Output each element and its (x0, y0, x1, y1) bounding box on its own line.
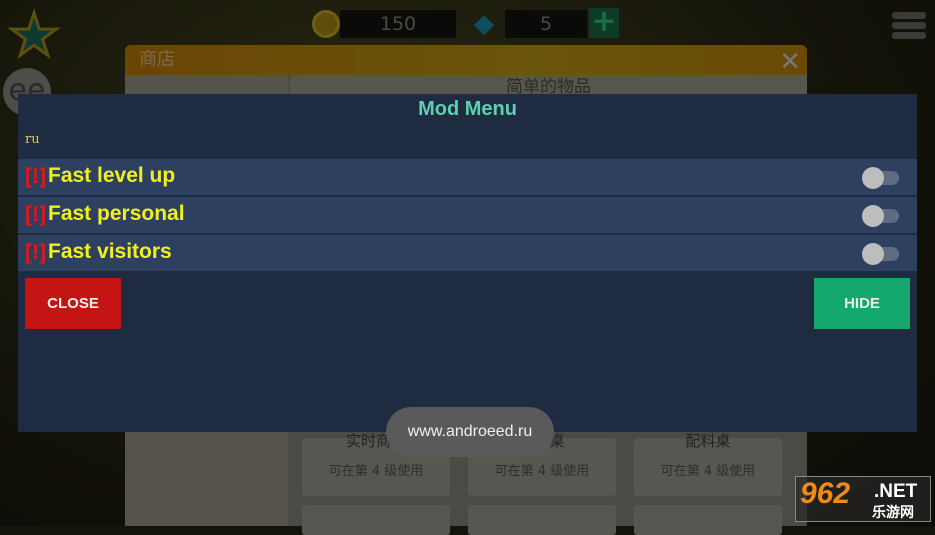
add-gems-button[interactable]: + (589, 7, 619, 38)
watermark-logo: 962 .NET 乐游网 (795, 476, 931, 522)
toggle-switch[interactable] (862, 205, 899, 227)
warning-icon: [!] (25, 241, 46, 264)
card-requirement: 可在第 4 级使用 (660, 464, 756, 479)
mod-menu-title: Mod Menu (418, 98, 517, 120)
coin-count: 150 (340, 10, 456, 38)
mod-item-fast-level-up[interactable]: [!] Fast level up (18, 159, 917, 195)
mod-menu-panel: Mod Menu ru [!] Fast level up [!] Fast p… (18, 94, 917, 432)
shop-close-icon[interactable]: ✕ (779, 47, 801, 77)
mod-menu-subtitle: ru (25, 132, 40, 147)
coin-icon (312, 10, 340, 38)
shop-card[interactable] (302, 505, 450, 535)
watermark-net: .NET (874, 481, 918, 502)
toast-message: www.androeed.ru (386, 407, 554, 457)
shop-card[interactable] (468, 505, 616, 535)
warning-icon: [!] (25, 203, 46, 226)
mod-item-fast-personal[interactable]: [!] Fast personal (18, 197, 917, 233)
close-button[interactable]: CLOSE (25, 278, 121, 329)
card-requirement: 可在第 4 级使用 (328, 464, 424, 479)
gem-icon: ◆ (474, 9, 494, 39)
hamburger-menu-icon[interactable] (892, 12, 926, 42)
shop-card[interactable] (634, 505, 782, 535)
mod-item-label: Fast visitors (48, 240, 172, 263)
warning-icon: [!] (25, 165, 46, 188)
hide-button[interactable]: HIDE (814, 278, 910, 329)
mod-item-label: Fast level up (48, 164, 176, 187)
toggle-switch[interactable] (862, 243, 899, 265)
shop-header: 商店 (125, 45, 807, 75)
mod-item-label: Fast personal (48, 202, 185, 225)
gem-count: 5 (505, 10, 587, 38)
watermark-number: 962 (800, 477, 851, 510)
watermark-chinese: 乐游网 (872, 505, 914, 521)
shop-card[interactable]: 配料桌可在第 4 级使用 (634, 432, 782, 496)
card-requirement: 可在第 4 级使用 (494, 464, 590, 479)
card-name: 配料桌 (685, 432, 731, 450)
toggle-switch[interactable] (862, 167, 899, 189)
mod-item-fast-visitors[interactable]: [!] Fast visitors (18, 235, 917, 271)
star-level-icon[interactable]: ★ (7, 5, 62, 66)
